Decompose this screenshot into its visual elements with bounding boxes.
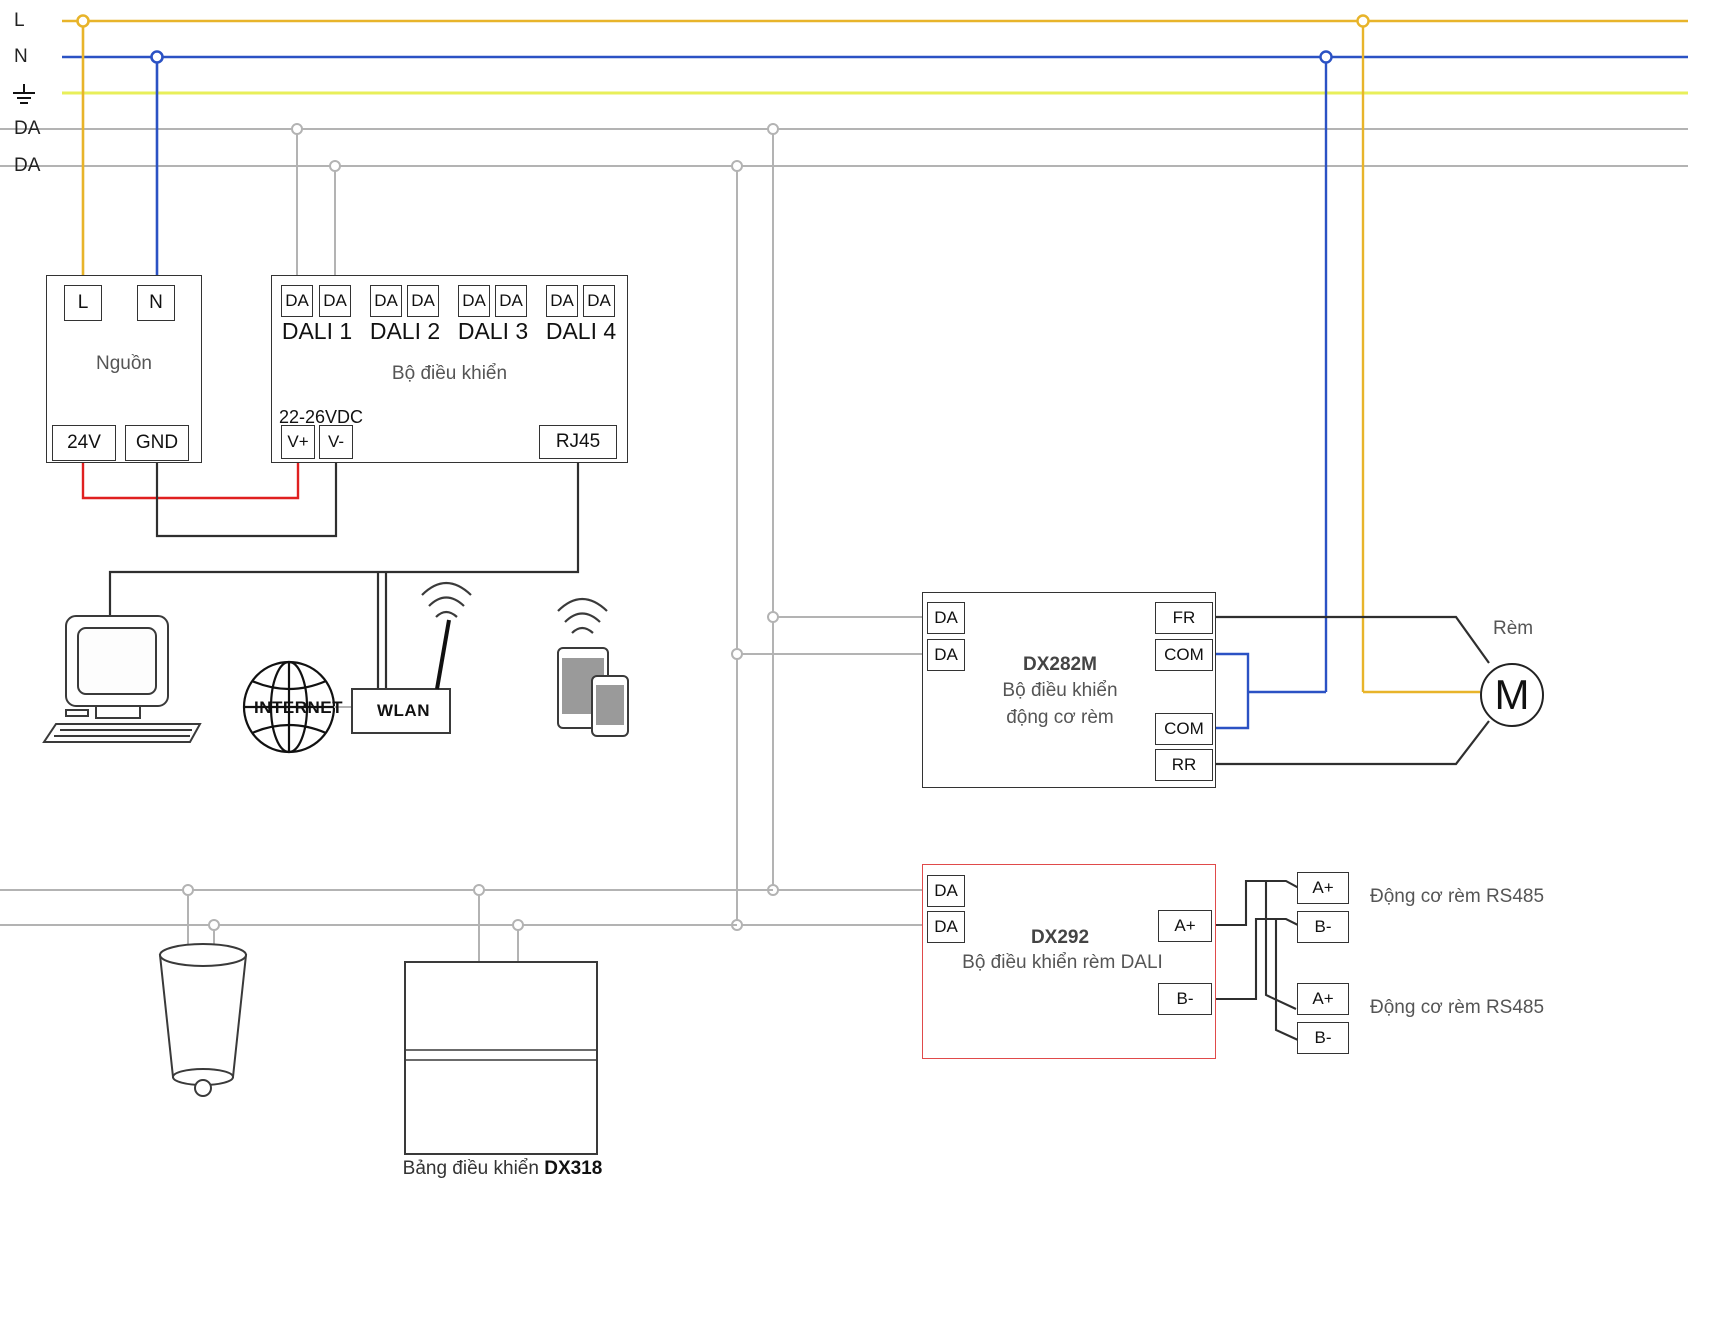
dx292-model: DX292 [1030,927,1090,948]
wire-dx292-Bminus [1216,917,1309,1001]
controller-dali4-da-a[interactable]: DA [546,285,578,317]
dx292-desc: Bộ điều khiển rèm DALI [962,952,1163,973]
dx282m-output-fr[interactable]: FR [1155,602,1213,634]
rs485-motor2-terminal-bminus[interactable]: B- [1297,1022,1349,1054]
rs485-motor1-terminal-aplus[interactable]: A+ [1297,872,1349,904]
bus-label-N: N [14,46,28,67]
bus-label-L: L [14,10,25,31]
dx282m-output-com2[interactable]: COM [1155,713,1213,745]
earth-ground-icon [13,84,35,104]
controller-dali2-label: DALI 2 [369,318,441,344]
internet-label: INTERNET [254,698,343,717]
wire-FR-to-motor [1216,615,1490,664]
dx292-output-bminus[interactable]: B- [1158,983,1212,1015]
diagram-wires [0,14,1688,1155]
junction-dx282m-da2 [731,648,743,660]
dx318-caption-prefix: Bảng điều khiển [402,1158,545,1179]
controller-dali4-da-b[interactable]: DA [583,285,615,317]
junction-L [76,14,90,28]
dx282m-output-rr[interactable]: RR [1155,749,1213,781]
controller-dali1-da-b[interactable]: DA [319,285,351,317]
wire-rj45-to-lan [108,462,580,617]
wire-24V-to-Vplus [81,462,300,500]
junction-DA1-trunk [767,123,779,135]
curtain-motor-label: Rèm [1493,618,1534,639]
dx318-caption-model: DX318 [544,1158,603,1179]
psu-terminal-24v[interactable]: 24V [52,425,116,461]
psu-terminal-gnd[interactable]: GND [125,425,189,461]
controller-terminal-vplus[interactable]: V+ [281,425,315,459]
controller-dali2-da-b[interactable]: DA [407,285,439,317]
dx318-caption: Bảng điều khiển DX318 [375,1158,630,1180]
psu-terminal-L[interactable]: L [64,285,102,321]
junction-DA1-dali1 [291,123,303,135]
rs485-motor2-label: Động cơ rèm RS485 [1370,997,1545,1018]
wire-RR-to-motor [1216,720,1490,766]
bus-label-DA2: DA [14,155,41,176]
junction-DA2-dali1 [329,160,341,172]
controller-title: Bộ điều khiển [391,363,508,384]
dx282m-desc-2: động cơ rèm [1006,707,1114,728]
dali-luminaire-icon [158,943,248,1097]
controller-dali3-da-a[interactable]: DA [458,285,490,317]
controller-dali2-da-a[interactable]: DA [370,285,402,317]
bus-label-DA1: DA [14,118,41,139]
junction-panel-da1 [473,884,485,896]
junction-DA2-trunk [731,160,743,172]
dx282m-input-da1[interactable]: DA [927,602,965,634]
dx282m-model: DX282M [1023,654,1097,675]
rs485-motor1-terminal-bminus[interactable]: B- [1297,911,1349,943]
dx292-input-da1[interactable]: DA [927,875,965,907]
controller-dali4-label: DALI 4 [545,318,617,344]
controller-dali3-da-b[interactable]: DA [495,285,527,317]
power-supply-title: Nguồn [96,353,152,374]
controller-dali3-label: DALI 3 [457,318,529,344]
dx282m-desc-1: Bộ điều khiển [1002,680,1118,701]
wiring-diagram-canvas: L N DA DA L N Nguồn 24V GND DA DA DALI 1… [0,0,1734,1323]
controller-terminal-vminus[interactable]: V- [319,425,353,459]
dx318-panel-icon [404,961,598,1155]
junction-N [150,50,164,64]
junction-dx282m-da1 [767,611,779,623]
junction-N-dx282m [1319,50,1333,64]
computer-icon [42,615,202,743]
wire-com-bridge [1216,652,1250,730]
junction-lamp-da1 [182,884,194,896]
wire-dx292-Bminus-2 [1274,919,1299,1041]
rs485-motor1-label: Động cơ rèm RS485 [1370,886,1545,907]
controller-terminal-rj45[interactable]: RJ45 [539,425,617,459]
wlan-label: WLAN [377,701,430,720]
junction-L-motor [1356,14,1370,28]
controller-dali1-da-a[interactable]: DA [281,285,313,317]
curtain-motor-symbol: M [1480,663,1544,727]
junction-lamp-da2 [208,919,220,931]
wire-dx292-Aplus-2 [1264,881,1297,1010]
rs485-motor2-terminal-aplus[interactable]: A+ [1297,983,1349,1015]
controller-dali1-label: DALI 1 [281,318,353,344]
junction-panel-da2 [512,919,524,931]
mobile-devices-icon [557,597,629,737]
psu-terminal-N[interactable]: N [137,285,175,321]
dx282m-output-com1[interactable]: COM [1155,639,1213,671]
